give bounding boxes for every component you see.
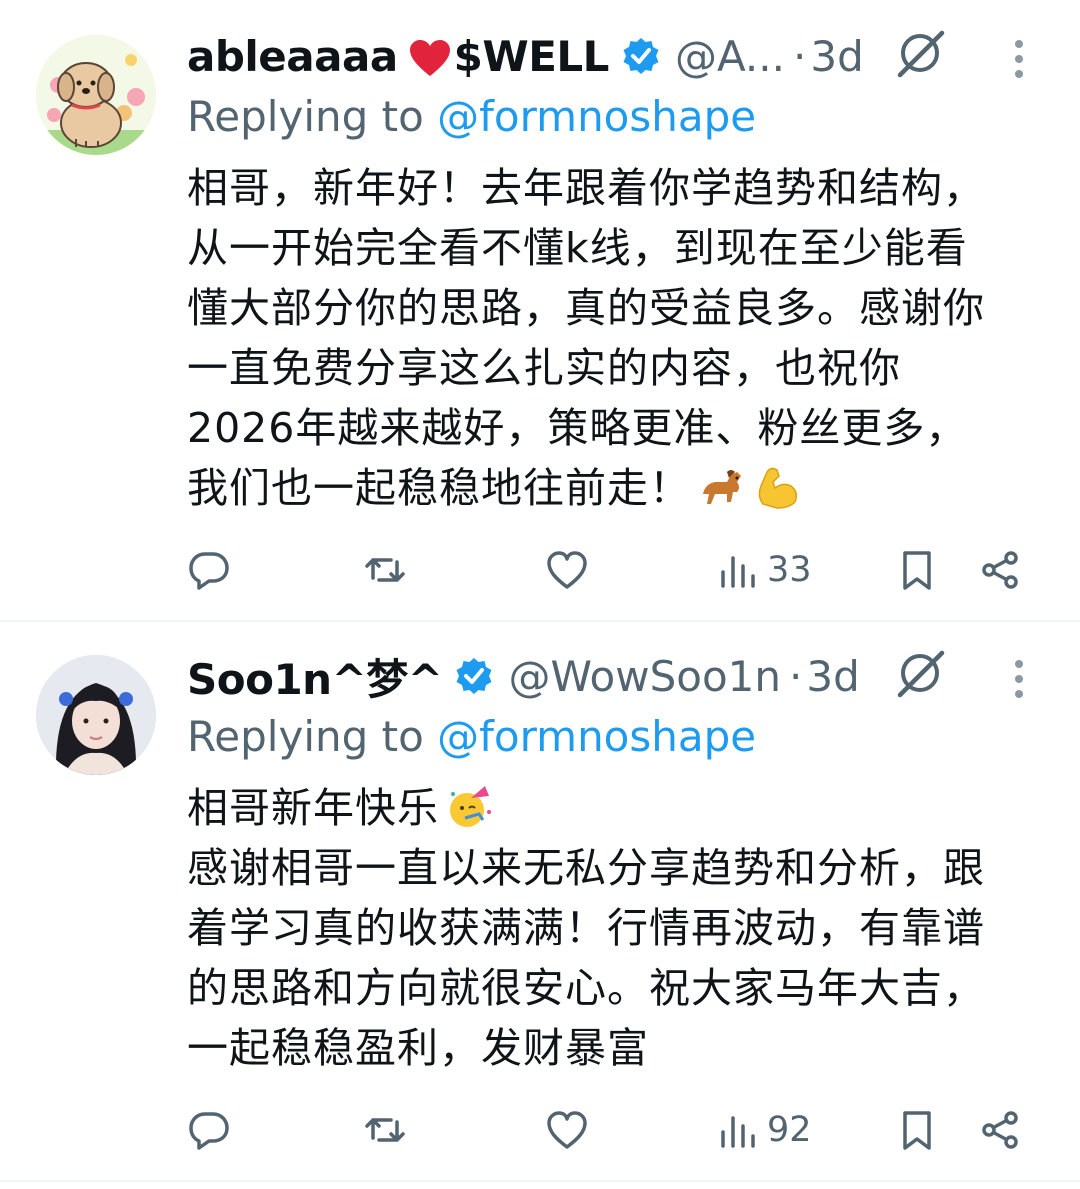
horse-emoji-icon xyxy=(697,464,747,510)
tweet-actions: 92 xyxy=(187,1100,1047,1160)
reply-button[interactable] xyxy=(187,540,231,600)
repost-button[interactable] xyxy=(363,540,407,600)
share-button[interactable] xyxy=(979,540,1023,600)
tweet-header: ableaaaa $WELL @A... · 3d xyxy=(187,26,864,86)
tweet-text-line: 感谢相哥一直以来无私分享趋势和分析，跟 xyxy=(187,844,985,892)
like-button[interactable] xyxy=(545,1100,589,1160)
reply-icon xyxy=(189,552,229,590)
repost-icon xyxy=(365,558,405,582)
user-handle[interactable]: @A... xyxy=(675,32,785,81)
tweet-text-line: 一直免费分享这么扎实的内容，也祝你 xyxy=(187,344,901,392)
dog-avatar-icon xyxy=(36,35,156,155)
grok-icon[interactable] xyxy=(892,645,948,701)
views-count: 33 xyxy=(767,550,812,590)
tweet-text: 相哥，新年好！去年跟着你学趋势和结构， 从一开始完全看不懂k线，到现在至少能看 … xyxy=(187,158,1057,518)
display-name[interactable]: ableaaaa xyxy=(187,32,398,81)
display-name-suffix[interactable]: $WELL xyxy=(454,32,610,81)
repost-icon xyxy=(365,1118,405,1142)
bookmark-button[interactable] xyxy=(895,1100,939,1160)
more-options-icon[interactable] xyxy=(1004,34,1034,84)
flexed-biceps-emoji-icon xyxy=(753,464,803,510)
display-name[interactable]: Soo1n^梦^ xyxy=(187,646,443,707)
tweet-text-line: 从一开始完全看不懂k线，到现在至少能看 xyxy=(187,224,968,272)
bookmark-button[interactable] xyxy=(895,540,939,600)
timestamp[interactable]: 3d xyxy=(810,32,863,81)
user-handle[interactable]: @WowSoo1n xyxy=(508,652,781,701)
replying-to-mention[interactable]: @formnoshape xyxy=(437,712,756,761)
avatar[interactable] xyxy=(36,655,156,775)
partying-face-emoji-icon xyxy=(445,784,495,830)
girl-avatar-icon xyxy=(36,655,156,775)
tweet-2[interactable]: Soo1n^梦^ @WowSoo1n · 3d Replying to @for… xyxy=(0,622,1080,1189)
reply-button[interactable] xyxy=(187,1100,231,1160)
share-icon xyxy=(982,1111,1018,1149)
tweet-text-line: 2026年越来越好，策略更准、粉丝更多， xyxy=(187,404,968,452)
grok-icon[interactable] xyxy=(892,25,948,81)
repost-button[interactable] xyxy=(363,1100,407,1160)
tweet-text-line: 我们也一起稳稳地往前走！ xyxy=(187,464,691,512)
replying-to-mention[interactable]: @formnoshape xyxy=(437,92,756,141)
heart-icon xyxy=(547,1111,587,1149)
more-options-icon[interactable] xyxy=(1004,654,1034,704)
tweet-text-last-line: 我们也一起稳稳地往前走！ xyxy=(187,458,1057,518)
views-chart-icon xyxy=(721,1116,755,1148)
separator-dot: · xyxy=(792,31,807,81)
replying-prefix: Replying to xyxy=(187,92,438,141)
verified-badge-icon xyxy=(454,656,494,696)
tweet-text-line: 着学习真的收获满满！行情再波动，有靠谱 xyxy=(187,904,985,952)
tweet-header: Soo1n^梦^ @WowSoo1n · 3d xyxy=(187,646,860,706)
tweet-text-line: 相哥，新年好！去年跟着你学趋势和结构， xyxy=(187,164,985,212)
tweet-actions: 33 xyxy=(187,540,1047,600)
tweet-text: 相哥新年快乐 感谢相哥一直以来无私分享趋势和分析，跟 着学习真的收获满满！行情再… xyxy=(187,778,1057,1078)
avatar[interactable] xyxy=(36,35,156,155)
tweet-text-line: 懂大部分你的思路，真的受益良多。感谢你 xyxy=(187,284,985,332)
views-chart-icon xyxy=(721,556,755,588)
timestamp[interactable]: 3d xyxy=(806,652,859,701)
tweet-text-first-line: 相哥新年快乐 xyxy=(187,778,1057,838)
tweet-text-line: 相哥新年快乐 xyxy=(187,784,439,832)
tweet-text-line: 一起稳稳盈利，发财暴富 xyxy=(187,1024,649,1072)
bookmark-icon xyxy=(903,1111,931,1150)
views-count: 92 xyxy=(767,1110,812,1150)
reply-icon xyxy=(189,1112,229,1150)
views-button[interactable]: 92 xyxy=(717,1100,812,1160)
tweet-1[interactable]: ableaaaa $WELL @A... · 3d Replying to @f… xyxy=(0,0,1080,620)
tweet-text-line: 的思路和方向就很安心。祝大家马年大吉， xyxy=(187,964,985,1012)
replying-to: Replying to @formnoshape xyxy=(187,92,756,141)
replying-to: Replying to @formnoshape xyxy=(187,712,756,761)
like-button[interactable] xyxy=(545,540,589,600)
verified-badge-icon xyxy=(621,36,661,76)
red-heart-icon xyxy=(408,38,452,78)
tweet-divider xyxy=(0,1180,1080,1182)
replying-prefix: Replying to xyxy=(187,712,438,761)
share-icon xyxy=(982,551,1018,589)
bookmark-icon xyxy=(903,551,931,590)
separator-dot: · xyxy=(788,651,803,701)
views-button[interactable]: 33 xyxy=(717,540,812,600)
heart-icon xyxy=(547,551,587,589)
share-button[interactable] xyxy=(979,1100,1023,1160)
